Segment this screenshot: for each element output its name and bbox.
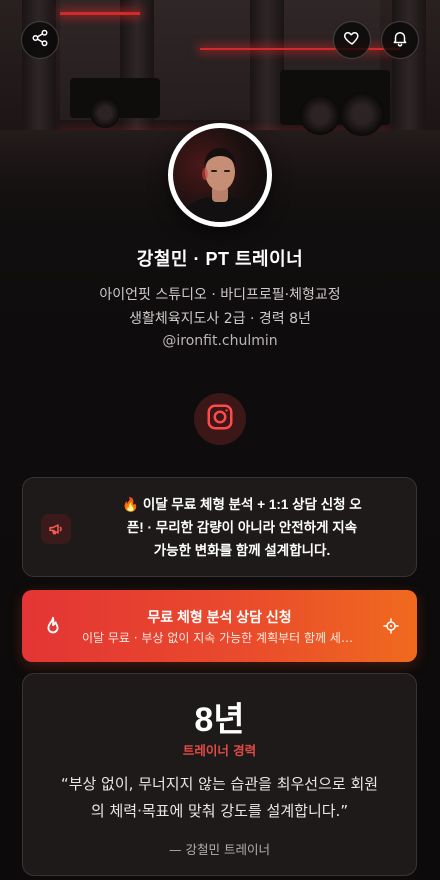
heart-icon (343, 29, 361, 51)
certification-line: 생활체육지도사 2급 · 경력 8년 (129, 311, 311, 327)
like-button[interactable] (333, 21, 371, 59)
quote-author: — 강철민 트레이너 (169, 842, 270, 857)
announcement-line-1: 🔥 이달 무료 체형 분석 + 1:1 상담 신청 오 (122, 497, 362, 512)
trainer-name: 강철민 · PT 트레이너 (136, 249, 304, 269)
profile-page: 강철민 · PT 트레이너 아이언핏 스튜디오 · 바디프로필·체형교정 생활체… (0, 0, 440, 880)
instagram-button[interactable] (194, 393, 246, 445)
megaphone-icon (41, 514, 71, 544)
instagram-handle[interactable]: @ironfit.chulmin (0, 333, 440, 349)
share-icon (31, 29, 49, 51)
bell-icon (391, 29, 409, 51)
experience-card: 8년 트레이너 경력 “부상 없이, 무너지지 않는 습관을 최우선으로 회원 … (22, 673, 417, 876)
fire-icon (47, 616, 59, 634)
trainer-photo (173, 128, 267, 222)
cta-description: 이달 무료 · 부상 없이 지속 가능한 계획부터 함께 세워요 (82, 631, 357, 645)
quote-line-2: 의 체력·목표에 맞춰 강도를 설계합니다.” (90, 802, 349, 820)
crosshair-icon (383, 618, 399, 634)
announcement-text: 🔥 이달 무료 체형 분석 + 1:1 상담 신청 오 픈! · 무리한 감량이… (83, 493, 401, 562)
studio-line: 아이언핏 스튜디오 · 바디프로필·체형교정 (99, 287, 341, 303)
quote-line-1: “부상 없이, 무너지지 않는 습관을 최우선으로 회원 (60, 775, 379, 793)
trainer-quote: “부상 없이, 무너지지 않는 습관을 최우선으로 회원 의 체력·목표에 맞춰… (51, 771, 388, 825)
announcement-line-2: 픈! · 무리한 감량이 아니라 안전하게 지속 (126, 520, 358, 535)
share-button[interactable] (21, 21, 59, 59)
experience-years: 8년 (194, 701, 245, 739)
experience-label: 트레이너 경력 (182, 743, 257, 758)
announcement-line-3: 가능한 변화를 함께 설계합니다. (153, 543, 331, 558)
avatar (168, 123, 272, 227)
free-consultation-button[interactable]: 무료 체형 분석 상담 신청 이달 무료 · 부상 없이 지속 가능한 계획부터… (22, 590, 417, 662)
notification-button[interactable] (381, 21, 419, 59)
cta-title: 무료 체형 분석 상담 신청 (147, 609, 292, 625)
instagram-icon (205, 402, 235, 436)
announcement-card: 🔥 이달 무료 체형 분석 + 1:1 상담 신청 오 픈! · 무리한 감량이… (22, 477, 417, 577)
